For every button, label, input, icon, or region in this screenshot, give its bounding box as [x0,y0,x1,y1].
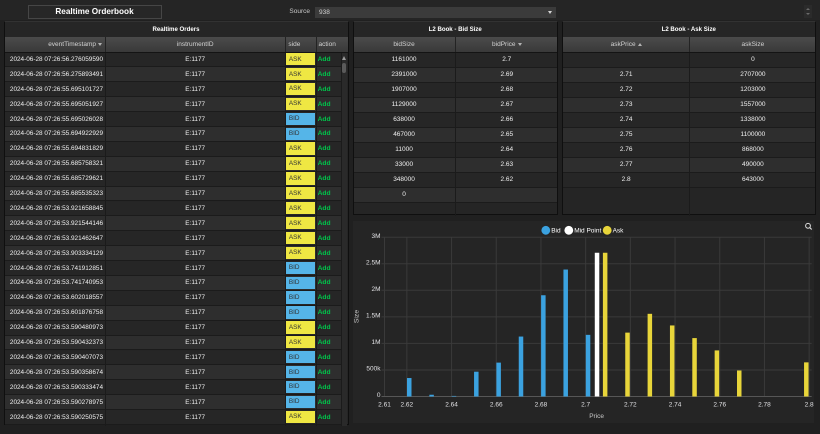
svg-text:2.5M: 2.5M [366,259,380,266]
svg-text:1M: 1M [371,339,380,346]
svg-text:2.8: 2.8 [804,402,813,409]
svg-text:2.7: 2.7 [581,402,590,409]
svg-text:Bid: Bid [551,228,561,235]
svg-text:2M: 2M [371,286,380,293]
svg-text:Mid Point: Mid Point [574,228,601,235]
svg-text:Size: Size [353,310,360,323]
svg-text:2.76: 2.76 [713,402,726,409]
svg-text:2.64: 2.64 [445,402,458,409]
svg-text:2.72: 2.72 [624,402,637,409]
svg-text:Ask: Ask [612,228,624,235]
svg-text:2.61: 2.61 [378,402,391,409]
svg-text:1.5M: 1.5M [366,312,380,319]
svg-text:0: 0 [376,392,380,399]
svg-text:Price: Price [589,413,604,420]
svg-text:2.74: 2.74 [668,402,681,409]
svg-text:2.62: 2.62 [400,402,413,409]
svg-text:2.66: 2.66 [489,402,502,409]
svg-text:3M: 3M [371,233,380,240]
svg-text:2.78: 2.78 [758,402,771,409]
svg-text:2.68: 2.68 [534,402,547,409]
svg-text:500k: 500k [366,366,381,373]
